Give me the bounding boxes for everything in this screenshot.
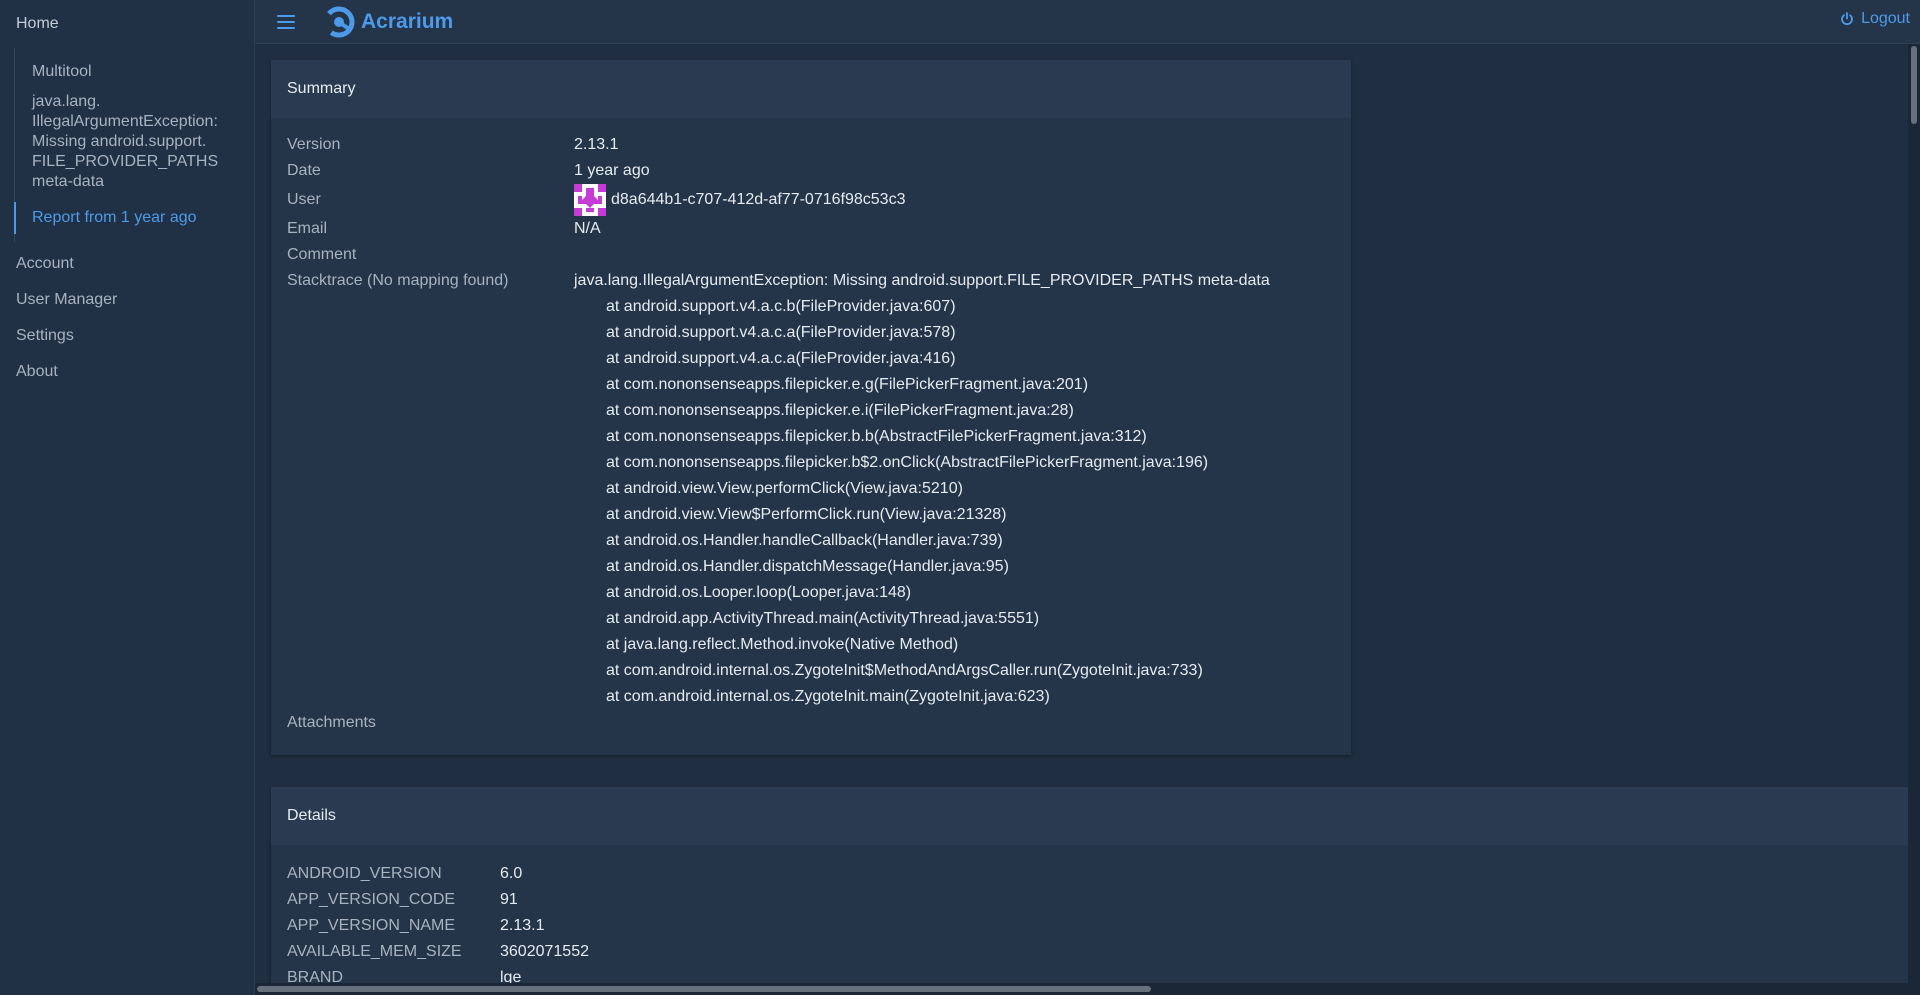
details-title: Details <box>271 787 1908 845</box>
comment-label: Comment <box>287 246 357 263</box>
stacktrace-frame: at android.support.v4.a.c.a(FileProvider… <box>606 324 956 341</box>
version-label: Version <box>287 136 341 153</box>
detail-value: 2.13.1 <box>500 917 545 934</box>
date-value: 1 year ago <box>574 162 650 179</box>
acrarium-logo-icon <box>323 6 355 37</box>
user-label: User <box>287 191 321 208</box>
user-row: User d8a644b1-c707-412d-af77-0716f98c53c… <box>287 184 1270 216</box>
horizontal-scrollbar[interactable] <box>255 983 1920 995</box>
horizontal-scroll-thumb[interactable] <box>257 986 1151 992</box>
stacktrace-frame: at com.nononsenseapps.filepicker.e.g(Fil… <box>606 376 1089 393</box>
detail-value: lge <box>500 969 522 983</box>
user-identicon <box>574 184 606 216</box>
logout-button[interactable]: Logout <box>1840 10 1910 28</box>
sidebar-item-settings[interactable]: Settings <box>0 318 254 354</box>
vertical-scroll-thumb[interactable] <box>1911 46 1917 124</box>
sidebar-item-about[interactable]: About <box>0 354 254 390</box>
stacktrace-frame: at android.os.Handler.handleCallback(Han… <box>606 532 1003 549</box>
logo[interactable]: Acrarium <box>323 6 453 38</box>
user-value: d8a644b1-c707-412d-af77-0716f98c53c3 <box>574 184 905 216</box>
stacktrace-frame: at android.view.View$PerformClick.run(Vi… <box>606 506 1007 523</box>
sidebar-item-report[interactable]: Report from 1 year ago <box>14 202 254 234</box>
stacktrace-row: Stacktrace (No mapping found) java.lang.… <box>287 268 1270 710</box>
email-value: N/A <box>574 220 601 237</box>
details-card: Details ANDROID_VERSION 6.0 APP_VERSION_… <box>271 787 1908 983</box>
user-id[interactable]: d8a644b1-c707-412d-af77-0716f98c53c3 <box>611 184 905 216</box>
app-name: Acrarium <box>361 9 454 33</box>
sidebar-item-user-manager[interactable]: User Manager <box>0 282 254 318</box>
sidebar-bug-label: java.lang. IllegalArgumentException: Mis… <box>32 93 219 190</box>
detail-value: 6.0 <box>500 865 523 882</box>
detail-row: APP_VERSION_CODE 91 <box>287 887 589 913</box>
stacktrace-frame: at android.app.ActivityThread.main(Activ… <box>606 610 1040 627</box>
top-bar: Acrarium Logout <box>255 0 1920 44</box>
email-row: Email N/A <box>287 216 1270 242</box>
stacktrace-exception: java.lang.IllegalArgumentException: Miss… <box>574 272 1270 289</box>
email-label: Email <box>287 220 328 237</box>
attachments-row: Attachments <box>287 710 1270 736</box>
summary-card: Summary Version 2.13.1 Date 1 year ago U… <box>271 60 1351 755</box>
detail-key: BRAND <box>287 969 344 983</box>
stacktrace-frame: at android.view.View.performClick(View.j… <box>606 480 963 497</box>
detail-value: 91 <box>500 891 518 908</box>
detail-row: ANDROID_VERSION 6.0 <box>287 861 589 887</box>
stacktrace-frame: at java.lang.reflect.Method.invoke(Nativ… <box>606 636 959 653</box>
comment-row: Comment <box>287 242 1270 268</box>
summary-fields: Version 2.13.1 Date 1 year ago User d8a6… <box>287 132 1270 736</box>
stacktrace-frame: at com.android.internal.os.ZygoteInit.ma… <box>606 688 1050 705</box>
stacktrace-frame: at android.os.Looper.loop(Looper.java:14… <box>606 584 912 601</box>
detail-key: AVAILABLE_MEM_SIZE <box>287 943 462 960</box>
stacktrace-frame: at android.os.Handler.dispatchMessage(Ha… <box>606 558 1009 575</box>
menu-icon[interactable] <box>277 14 295 29</box>
detail-key: APP_VERSION_CODE <box>287 891 456 908</box>
stacktrace-label: Stacktrace (No mapping found) <box>287 272 509 289</box>
sidebar-item-multitool[interactable]: Multitool <box>15 56 254 88</box>
attachments-label: Attachments <box>287 714 376 731</box>
vertical-scrollbar[interactable] <box>1908 44 1920 983</box>
stacktrace: java.lang.IllegalArgumentException: Miss… <box>574 268 1270 710</box>
stacktrace-frame: at android.support.v4.a.c.b(FileProvider… <box>606 298 956 315</box>
stacktrace-frame: at android.support.v4.a.c.a(FileProvider… <box>606 350 956 367</box>
detail-key: ANDROID_VERSION <box>287 865 442 882</box>
detail-value: 3602071552 <box>500 943 589 960</box>
detail-row: BRAND lge <box>287 965 589 983</box>
detail-key: APP_VERSION_NAME <box>287 917 456 934</box>
logout-label: Logout <box>1861 10 1910 27</box>
stacktrace-frame: at com.android.internal.os.ZygoteInit$Me… <box>606 662 1203 679</box>
sidebar-app-group: Multitool java.lang. IllegalArgumentExce… <box>14 48 254 242</box>
stacktrace-frame: at com.nononsenseapps.filepicker.e.i(Fil… <box>606 402 1074 419</box>
stacktrace-frame: at com.nononsenseapps.filepicker.b$2.onC… <box>606 454 1209 471</box>
power-icon <box>1841 12 1853 26</box>
sidebar-item-home[interactable]: Home <box>0 0 254 48</box>
stacktrace-frame: at com.nononsenseapps.filepicker.b.b(Abs… <box>606 428 1147 445</box>
main-content: Summary Version 2.13.1 Date 1 year ago U… <box>255 44 1908 983</box>
app-root: Home Multitool java.lang. IllegalArgumen… <box>0 0 1920 995</box>
details-fields: ANDROID_VERSION 6.0 APP_VERSION_CODE 91 … <box>287 861 589 983</box>
detail-row: APP_VERSION_NAME 2.13.1 <box>287 913 589 939</box>
version-value: 2.13.1 <box>574 136 619 153</box>
date-row: Date 1 year ago <box>287 158 1270 184</box>
sidebar: Home Multitool java.lang. IllegalArgumen… <box>0 0 255 995</box>
sidebar-item-bug[interactable]: java.lang. IllegalArgumentException: Mis… <box>15 88 254 198</box>
sidebar-item-account[interactable]: Account <box>0 246 254 282</box>
version-row: Version 2.13.1 <box>287 132 1270 158</box>
detail-row: AVAILABLE_MEM_SIZE 3602071552 <box>287 939 589 965</box>
date-label: Date <box>287 162 321 179</box>
summary-title: Summary <box>271 60 1351 118</box>
